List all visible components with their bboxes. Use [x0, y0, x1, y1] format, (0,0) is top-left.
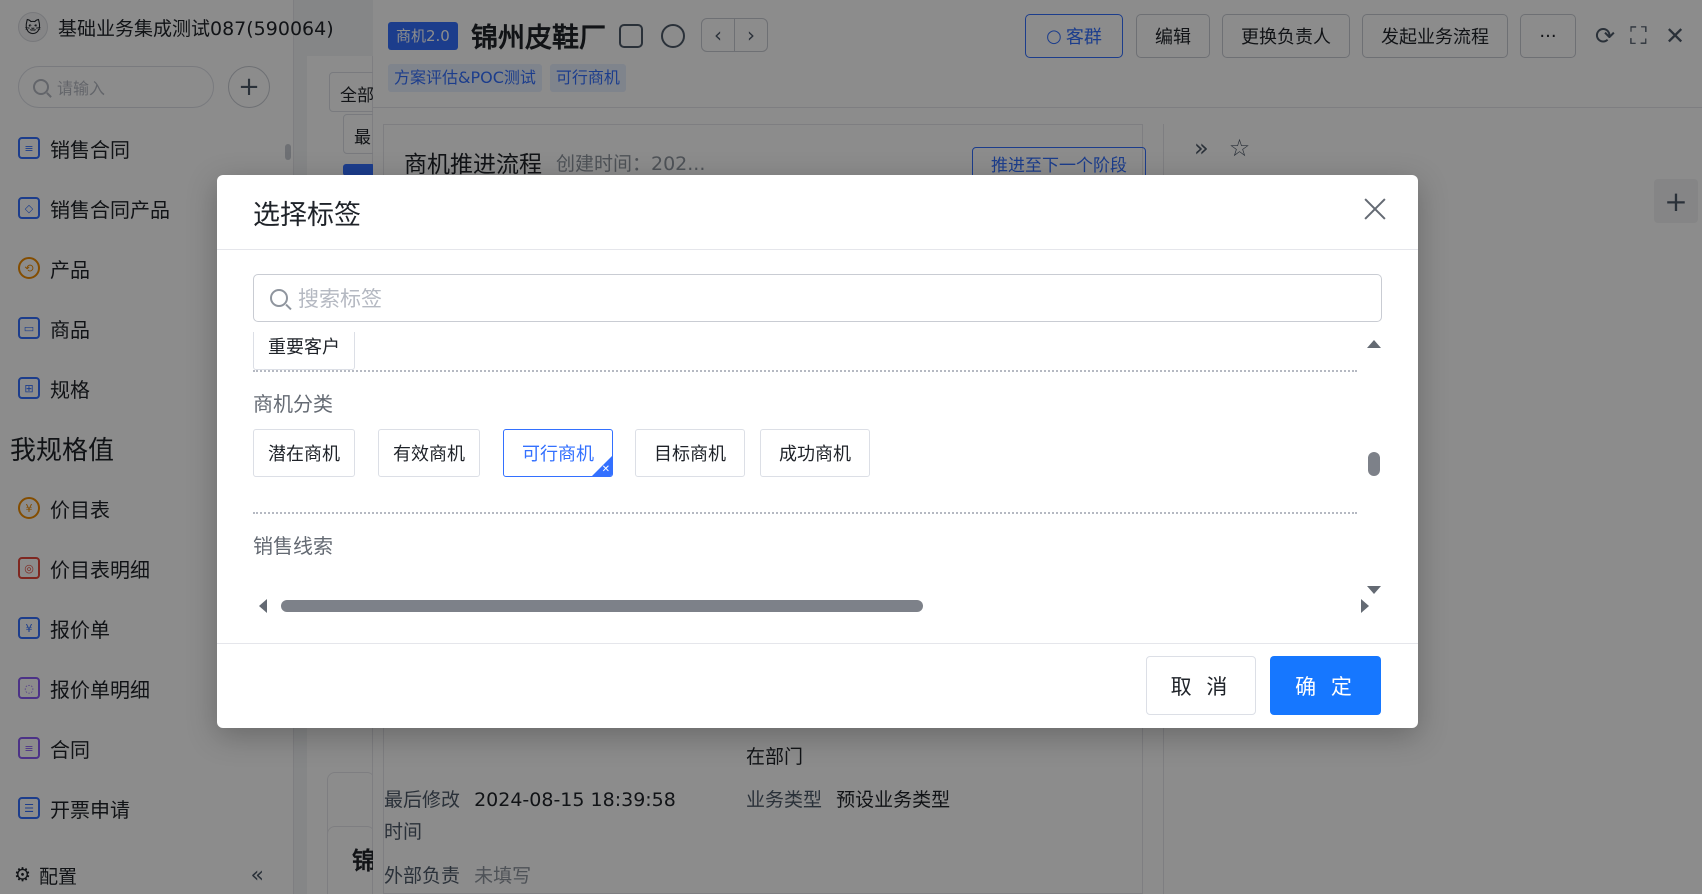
vertical-scrollbar[interactable] [1365, 340, 1383, 600]
scroll-right-arrow-icon[interactable] [1361, 599, 1369, 613]
tag-chip[interactable]: 重要客户 [253, 332, 355, 370]
tag-search-input[interactable]: 搜索标签 [253, 274, 1382, 322]
confirm-button[interactable]: 确 定 [1270, 656, 1381, 715]
scrollbar-thumb[interactable] [1368, 452, 1380, 476]
footer-divider [217, 643, 1418, 644]
header-divider [217, 249, 1418, 250]
remove-tag-icon[interactable]: ✕ [602, 464, 610, 476]
select-tags-dialog: 选择标签 搜索标签 重要客户 商机分类 潜在商机 有效商机 可行商机 ✕ 目标商… [217, 175, 1418, 728]
tag-chip[interactable]: 目标商机 [635, 429, 745, 477]
tag-group-label: 商机分类 [253, 392, 333, 416]
close-icon[interactable] [1357, 191, 1393, 227]
tag-chip-selected[interactable]: 可行商机 ✕ [503, 429, 613, 477]
scroll-up-arrow-icon[interactable] [1367, 340, 1381, 348]
tag-chip-label: 可行商机 [522, 444, 594, 465]
tag-chip[interactable]: 成功商机 [760, 429, 870, 477]
search-icon [270, 289, 288, 307]
dialog-title: 选择标签 [253, 200, 361, 231]
cancel-button[interactable]: 取 消 [1146, 656, 1256, 715]
group-divider [253, 512, 1357, 514]
horizontal-scrollbar[interactable] [253, 596, 1382, 616]
tag-search-placeholder: 搜索标签 [298, 287, 382, 311]
scroll-down-arrow-icon[interactable] [1367, 586, 1381, 594]
scrollbar-thumb[interactable] [281, 600, 923, 612]
scroll-left-arrow-icon[interactable] [259, 599, 267, 613]
tag-group-label: 销售线索 [253, 534, 333, 558]
group-divider [253, 370, 1357, 372]
tag-chip[interactable]: 潜在商机 [253, 429, 355, 477]
tag-groups-scroll-area[interactable]: 重要客户 商机分类 潜在商机 有效商机 可行商机 ✕ 目标商机 成功商机 销售线… [253, 332, 1357, 596]
tag-chip[interactable]: 有效商机 [378, 429, 480, 477]
